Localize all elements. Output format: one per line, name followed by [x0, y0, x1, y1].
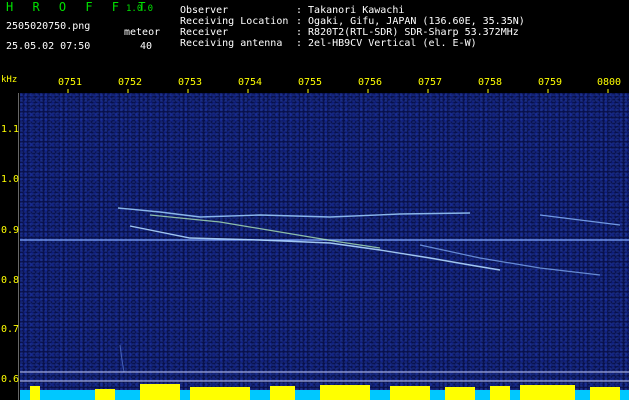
meteor-trace: [117, 207, 471, 218]
meteor-trace: [539, 214, 621, 226]
meteor-trace: [419, 244, 601, 276]
meteor-trace: [119, 344, 125, 373]
meteor-trace: [149, 214, 381, 249]
meteor-trace: [129, 225, 501, 271]
spectrogram-overlay: [20, 89, 629, 400]
